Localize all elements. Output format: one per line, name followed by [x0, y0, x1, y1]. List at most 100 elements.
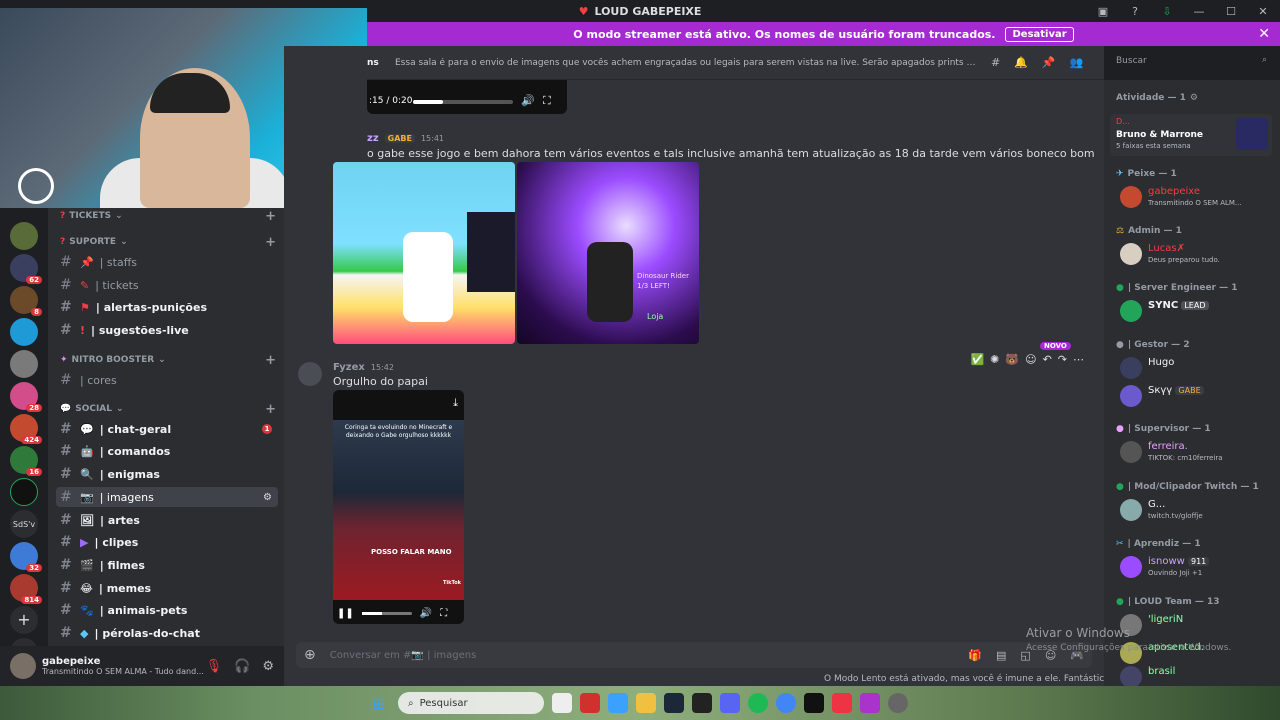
- taskbar-search[interactable]: ⌕ Pesquisar: [398, 692, 544, 714]
- app-icon[interactable]: [692, 693, 712, 713]
- volume-icon[interactable]: 🔊: [420, 608, 432, 619]
- channel-chat-geral[interactable]: # 💬 | chat-geral 1: [56, 419, 278, 439]
- discord-icon[interactable]: [720, 693, 740, 713]
- app-icon[interactable]: [860, 693, 880, 713]
- help-icon[interactable]: ?: [1126, 5, 1144, 18]
- app-icon[interactable]: [580, 693, 600, 713]
- channel-tickets[interactable]: # ✎ | tickets: [56, 275, 278, 295]
- settings-icon[interactable]: [888, 693, 908, 713]
- add-channel-icon[interactable]: +: [265, 209, 276, 224]
- windows-start-icon[interactable]: ⊞: [372, 694, 390, 713]
- gear-icon[interactable]: ⚙: [1190, 93, 1198, 103]
- bell-icon[interactable]: 🔔: [1014, 56, 1028, 69]
- add-reaction-icon[interactable]: ☺: [1025, 353, 1036, 366]
- members-icon[interactable]: 👥: [1070, 56, 1084, 69]
- attachment-image[interactable]: Dinosaur Rider 1/3 LEFT! Loja: [517, 162, 699, 344]
- attachment-image[interactable]: [333, 162, 515, 344]
- fullscreen-icon[interactable]: ⛶: [440, 608, 447, 619]
- channel-filmes[interactable]: # 🎬 | filmes: [56, 555, 278, 575]
- category-tickets[interactable]: ? TICKETS ⌄ +: [60, 209, 276, 224]
- pause-icon[interactable]: ❚❚: [337, 608, 354, 619]
- pin-icon[interactable]: 📌: [1042, 56, 1056, 69]
- server-icon[interactable]: [10, 478, 38, 506]
- server-icon[interactable]: 424: [10, 414, 42, 444]
- video-progress[interactable]: [413, 100, 513, 104]
- channel-animais-pets[interactable]: # 🐾 | animais-pets: [56, 600, 278, 620]
- member-item[interactable]: Sкүү GABE: [1120, 383, 1274, 411]
- server-icon[interactable]: 62: [10, 254, 42, 284]
- channel-enigmas[interactable]: # 🔍 | enigmas: [56, 464, 278, 484]
- threads-icon[interactable]: #: [991, 56, 1000, 69]
- video-attachment[interactable]: Coringa ta evoluindo no Minecraft e deix…: [333, 390, 464, 624]
- spotify-icon[interactable]: [748, 693, 768, 713]
- reaction-icon[interactable]: ✺: [990, 353, 999, 366]
- close-icon[interactable]: ✕: [1258, 26, 1270, 42]
- member-item[interactable]: Hugo: [1120, 355, 1274, 383]
- reply-icon[interactable]: ↶: [1043, 353, 1052, 366]
- channel-imagens[interactable]: # 📷 | imagens ⚙: [56, 487, 278, 507]
- minimize-button[interactable]: —: [1190, 5, 1208, 18]
- category-suporte[interactable]: ? SUPORTE ⌄ +: [60, 235, 276, 250]
- download-icon[interactable]: ⤓: [453, 396, 458, 410]
- avatar[interactable]: [298, 362, 322, 386]
- member-item[interactable]: Lucas✗ Deus preparou tudo.: [1120, 241, 1274, 269]
- channel-sugestoes-live[interactable]: #! | sugestões-live: [56, 320, 278, 340]
- server-icon[interactable]: [10, 350, 38, 378]
- channel-staffs[interactable]: # 📌 | staffs: [56, 252, 278, 272]
- channel-perolas-do-chat[interactable]: # ◆ | pérolas-do-chat: [56, 623, 278, 643]
- app-icon[interactable]: [804, 693, 824, 713]
- chrome-icon[interactable]: [776, 693, 796, 713]
- message-input[interactable]: Conversar em #📷 | imagens: [330, 650, 477, 661]
- avatar[interactable]: [10, 653, 36, 679]
- message-author[interactable]: Fyzex 15:42: [333, 362, 394, 373]
- maximize-button[interactable]: ☐: [1222, 5, 1240, 18]
- add-server-icon[interactable]: +: [10, 606, 38, 634]
- steam-icon[interactable]: [664, 693, 684, 713]
- gear-icon[interactable]: ⚙: [262, 659, 274, 674]
- widgets-icon[interactable]: [608, 693, 628, 713]
- channel-clipes[interactable]: # ▶ | clipes: [56, 532, 278, 552]
- member-item[interactable]: 'ligeriN: [1120, 612, 1274, 640]
- server-icon[interactable]: 8: [10, 286, 42, 316]
- message-author[interactable]: zz GABE 15:41: [367, 133, 444, 144]
- video-progress[interactable]: [361, 611, 412, 615]
- video-player-top[interactable]: :15 / 0:20 🔊 ⛶: [367, 80, 567, 114]
- server-icon[interactable]: [10, 222, 38, 250]
- channel-artes[interactable]: # 🖼 | artes: [56, 510, 278, 530]
- gif-icon[interactable]: ▤: [996, 649, 1006, 662]
- add-channel-icon[interactable]: +: [265, 235, 276, 250]
- channel-settings-icon[interactable]: ⚙: [263, 492, 272, 503]
- file-explorer-icon[interactable]: [636, 693, 656, 713]
- gift-icon[interactable]: 🎁: [968, 649, 982, 662]
- download-icon[interactable]: ⇩: [1158, 5, 1176, 18]
- channel-memes[interactable]: # 😂 | memes: [56, 578, 278, 598]
- category-social[interactable]: 💬 SOCIAL ⌄ +: [60, 402, 276, 417]
- more-icon[interactable]: ⋯: [1073, 353, 1084, 366]
- disable-streamer-button[interactable]: Desativar: [1005, 26, 1074, 42]
- channel-alertas-punicoes[interactable]: # ⚑ | alertas-punições: [56, 297, 278, 317]
- activity-card[interactable]: D... Bruno & Marrone 5 faixas esta seman…: [1110, 114, 1272, 156]
- message-composer[interactable]: ⊕ Conversar em #📷 | imagens 🎁 ▤ ◱ ☺ 🎮: [296, 642, 1092, 668]
- member-item[interactable]: isnoww 911 Ouvindo Joji +1: [1120, 554, 1274, 582]
- server-icon[interactable]: 16: [10, 446, 42, 476]
- member-item[interactable]: SYNC LEAD: [1120, 298, 1274, 326]
- member-item[interactable]: G... twitch.tv/gloffje: [1120, 497, 1274, 525]
- mute-icon[interactable]: 🎙: [206, 659, 223, 674]
- server-icon[interactable]: SdS'v: [10, 510, 38, 538]
- volume-icon[interactable]: 🔊: [521, 94, 535, 107]
- add-channel-icon[interactable]: +: [265, 353, 276, 368]
- forward-icon[interactable]: ↷: [1058, 353, 1067, 366]
- channel-cores[interactable]: # | cores: [56, 370, 278, 390]
- server-icon[interactable]: 32: [10, 542, 42, 572]
- server-icon[interactable]: [10, 318, 38, 346]
- user-panel[interactable]: gabepeixe Transmitindo O SEM ALMA - Tudo…: [0, 646, 284, 686]
- app-icon[interactable]: [832, 693, 852, 713]
- search-input[interactable]: Buscar ⌕: [1110, 52, 1272, 72]
- channel-topic[interactable]: Essa sala é para o envio de imagens que …: [367, 58, 977, 68]
- inbox-icon[interactable]: ▣: [1094, 5, 1112, 18]
- task-view-icon[interactable]: [552, 693, 572, 713]
- member-item[interactable]: ferreira. TIKTOK: cm10ferreira: [1120, 439, 1274, 467]
- fullscreen-icon[interactable]: ⛶: [543, 94, 551, 108]
- member-item[interactable]: gabepeixe Transmitindo O SEM ALM...: [1120, 184, 1274, 212]
- close-button[interactable]: ✕: [1254, 5, 1272, 18]
